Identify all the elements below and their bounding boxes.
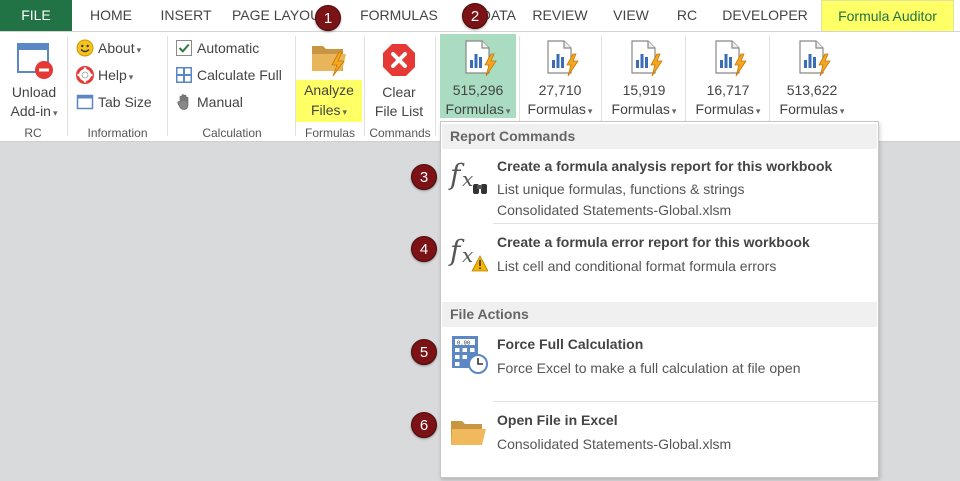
checkmark-icon xyxy=(176,40,192,56)
group-label-commands: Commands xyxy=(369,126,431,140)
formulas-dropdown-menu: Report Commands f x Create a formula ana… xyxy=(440,121,879,478)
menu-divider xyxy=(493,401,878,402)
tab-review[interactable]: REVIEW xyxy=(527,0,593,31)
analyze-files-label-1: Analyze xyxy=(304,82,354,98)
help-label: Help xyxy=(98,67,127,83)
clear-file-list-button[interactable]: Clear File List xyxy=(366,38,432,121)
formula-sheet-icon xyxy=(799,40,831,77)
formulas-count-button[interactable]: 16,717 Formulas ▾ xyxy=(690,34,766,118)
calculate-full-button[interactable]: Calculate Full xyxy=(175,64,282,86)
callout-badge: 1 xyxy=(315,5,341,31)
lifebuoy-icon xyxy=(76,66,94,84)
group-label-formulas: Formulas xyxy=(304,126,355,140)
section-header-report-commands: Report Commands xyxy=(442,124,877,149)
section-header-file-actions: File Actions xyxy=(442,302,877,327)
formula-sheet-icon xyxy=(547,40,579,77)
automatic-button[interactable]: Automatic xyxy=(175,37,259,59)
error-report-title: Create a formula error report for this w… xyxy=(497,234,810,250)
group-label-calculation: Calculation xyxy=(202,126,262,140)
analyze-files-button[interactable]: Analyze Files ▾ xyxy=(296,36,362,124)
open-file-desc: Consolidated Statements-Global.xlsm xyxy=(497,436,732,452)
menu-item-analysis-report[interactable]: f x Create a formula analysis report for… xyxy=(442,152,877,222)
fx-binoculars-icon: f x xyxy=(448,158,487,194)
formula-sheet-icon xyxy=(631,40,663,77)
tab-size-icon xyxy=(76,94,94,110)
about-button[interactable]: About ▾ xyxy=(76,37,141,59)
clear-x-icon xyxy=(383,44,415,76)
formulas-count: 513,622 xyxy=(786,82,838,98)
callout-badge: 5 xyxy=(411,339,437,365)
tab-formula-auditor[interactable]: Formula Auditor xyxy=(821,0,954,31)
manual-label: Manual xyxy=(197,94,243,110)
formulas-count: 15,919 xyxy=(622,82,666,98)
group-separator xyxy=(435,36,436,136)
about-label: About xyxy=(98,40,135,56)
formula-sheet-icon xyxy=(715,40,747,77)
svg-text:x: x xyxy=(462,243,473,267)
calculator-icon xyxy=(176,67,192,83)
menu-item-error-report[interactable]: f x Create a formula error report for th… xyxy=(442,230,877,285)
tab-developer[interactable]: DEVELOPER xyxy=(721,0,809,31)
formulas-count: 515,296 xyxy=(452,82,504,98)
tab-file[interactable]: FILE xyxy=(0,0,72,31)
formulas-count-label: Formulas ▾ xyxy=(445,101,511,117)
tab-rc[interactable]: RC xyxy=(672,0,702,31)
folder-icon xyxy=(451,421,486,445)
menu-divider xyxy=(493,223,878,224)
callout-badge: 6 xyxy=(411,412,437,438)
calculate-full-label: Calculate Full xyxy=(197,67,282,83)
analysis-report-desc: List unique formulas, functions & string… xyxy=(497,181,745,197)
unload-addin-button[interactable]: Unload Add-in ▾ xyxy=(4,38,64,123)
unload-addin-label-2: Add-in ▾ xyxy=(10,103,58,119)
formulas-count-button[interactable]: 27,710 Formulas ▾ xyxy=(522,34,598,118)
tab-view[interactable]: VIEW xyxy=(609,0,653,31)
formula-sheet-icon xyxy=(465,40,497,77)
svg-text:0.00: 0.00 xyxy=(457,341,470,347)
group-separator xyxy=(167,36,168,136)
tab-size-label: Tab Size xyxy=(98,94,152,110)
formulas-count: 16,717 xyxy=(706,82,750,98)
folder-lightning-icon xyxy=(312,46,346,77)
formulas-count-label: Formulas ▾ xyxy=(527,101,593,117)
formulas-count-button[interactable]: 15,919 Formulas ▾ xyxy=(606,34,682,118)
automatic-label: Automatic xyxy=(197,40,260,56)
group-label-rc: RC xyxy=(24,126,42,140)
tab-home[interactable]: HOME xyxy=(87,0,135,31)
callout-badge: 4 xyxy=(411,236,437,262)
open-file-title: Open File in Excel xyxy=(497,412,618,428)
analysis-report-title: Create a formula analysis report for thi… xyxy=(497,158,833,174)
group-label-information: Information xyxy=(87,126,148,140)
callout-badge: 2 xyxy=(462,3,488,29)
menu-item-force-full-calculation[interactable]: 0.00 Force Full Calculation Force Excel … xyxy=(442,332,877,397)
smiley-icon xyxy=(76,39,94,57)
manual-button[interactable]: Manual xyxy=(175,91,243,113)
svg-text:x: x xyxy=(462,167,473,191)
calculator-clock-icon: 0.00 xyxy=(452,336,488,374)
tab-insert[interactable]: INSERT xyxy=(155,0,217,31)
formulas-count-label: Formulas ▾ xyxy=(779,101,845,117)
tab-formulas[interactable]: FORMULAS xyxy=(356,0,442,31)
clear-file-list-label-2: File List xyxy=(374,103,424,119)
formulas-count-label: Formulas ▾ xyxy=(695,101,761,117)
menu-item-open-file-in-excel[interactable]: Open File in Excel Consolidated Statemen… xyxy=(442,408,877,468)
analysis-report-file: Consolidated Statements-Global.xlsm xyxy=(497,202,732,218)
fx-warning-icon: f x xyxy=(448,234,488,272)
unload-addin-icon xyxy=(17,43,53,79)
formulas-count-button[interactable]: 513,622 Formulas ▾ xyxy=(774,34,850,118)
formulas-count: 27,710 xyxy=(538,82,582,98)
formulas-count-label: Formulas ▾ xyxy=(611,101,677,117)
error-report-desc: List cell and conditional format formula… xyxy=(497,258,777,274)
group-separator xyxy=(364,36,365,136)
force-full-calculation-desc: Force Excel to make a full calculation a… xyxy=(497,360,801,376)
clear-file-list-label-1: Clear xyxy=(382,84,416,100)
force-full-calculation-title: Force Full Calculation xyxy=(497,336,644,352)
group-separator xyxy=(67,36,68,136)
analyze-files-label-2: Files ▾ xyxy=(310,102,348,118)
formulas-count-button[interactable]: 515,296 Formulas ▾ xyxy=(440,34,516,118)
help-button[interactable]: Help ▾ xyxy=(76,64,133,86)
hand-icon xyxy=(177,94,189,110)
unload-addin-label-1: Unload xyxy=(11,84,57,100)
tab-size-button[interactable]: Tab Size xyxy=(76,91,152,113)
callout-badge: 3 xyxy=(411,164,437,190)
